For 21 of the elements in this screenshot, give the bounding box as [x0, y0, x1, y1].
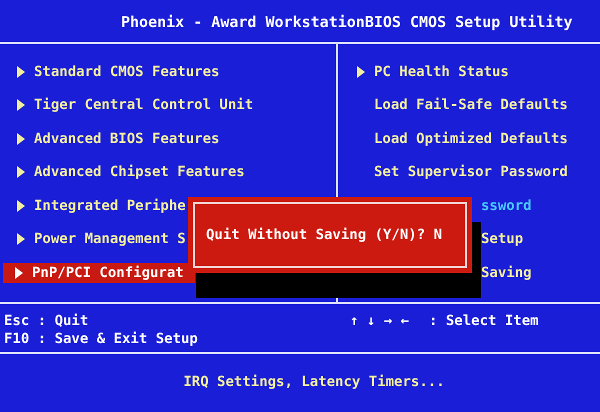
- dialog-message: Quit Without Saving (Y/N)? N: [193, 202, 467, 268]
- help-text: IRQ Settings, Latency Timers...: [183, 374, 445, 390]
- arrow-keys-hint: ↑ ↓ → ←: [350, 312, 410, 330]
- menu-item[interactable]: ssword: [481, 196, 536, 216]
- key-hint: F10 : Save & Exit Setup: [4, 330, 199, 348]
- menu-item[interactable]: Setup: [481, 229, 528, 250]
- menu-item[interactable]: Standard CMOS Features: [0, 62, 224, 82]
- menu-item[interactable]: Integrated Periphe: [0, 196, 190, 216]
- menu-item[interactable]: PC Health Status: [357, 62, 513, 82]
- menu-item[interactable]: Load Fail-Safe Defaults: [357, 95, 572, 116]
- menu-item[interactable]: Power Management S: [0, 229, 190, 250]
- menu-item[interactable]: Load Optimized Defaults: [357, 128, 572, 149]
- menu-item[interactable]: Tiger Central Control Unit: [0, 95, 258, 116]
- menu-item[interactable]: Advanced BIOS Features: [0, 128, 224, 149]
- menu-item[interactable]: Saving: [481, 262, 536, 283]
- menu-item[interactable]: PnP/PCI Configurat: [3, 262, 195, 283]
- key-hint: Esc : Quit: [4, 312, 90, 330]
- key-hint: : Select Item: [429, 312, 539, 330]
- window-title: Phoenix - Award WorkstationBIOS CMOS Setup Utility: [0, 0, 600, 44]
- menu-item[interactable]: Set Supervisor Password: [357, 162, 572, 182]
- menu-item[interactable]: Advanced Chipset Features: [0, 162, 249, 182]
